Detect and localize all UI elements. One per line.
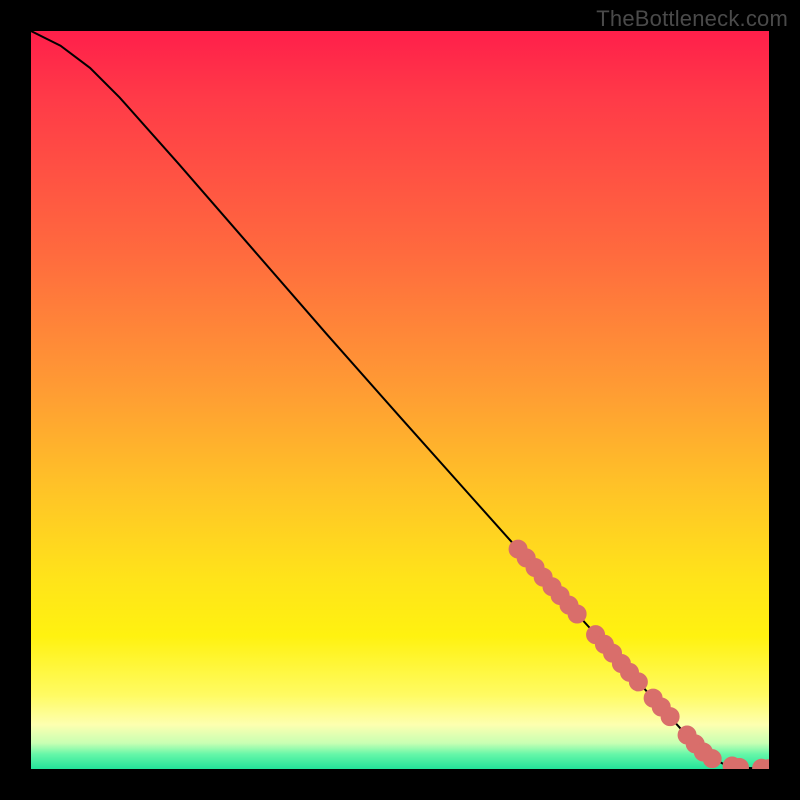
chart-svg xyxy=(31,31,769,769)
plot-area xyxy=(31,31,769,769)
watermark-text: TheBottleneck.com xyxy=(596,6,788,32)
chart-frame: TheBottleneck.com xyxy=(0,0,800,800)
data-marker xyxy=(661,708,679,726)
data-markers xyxy=(509,540,769,769)
data-marker xyxy=(703,750,721,768)
data-marker xyxy=(568,605,586,623)
data-marker xyxy=(629,673,647,691)
bottleneck-curve xyxy=(31,31,769,769)
